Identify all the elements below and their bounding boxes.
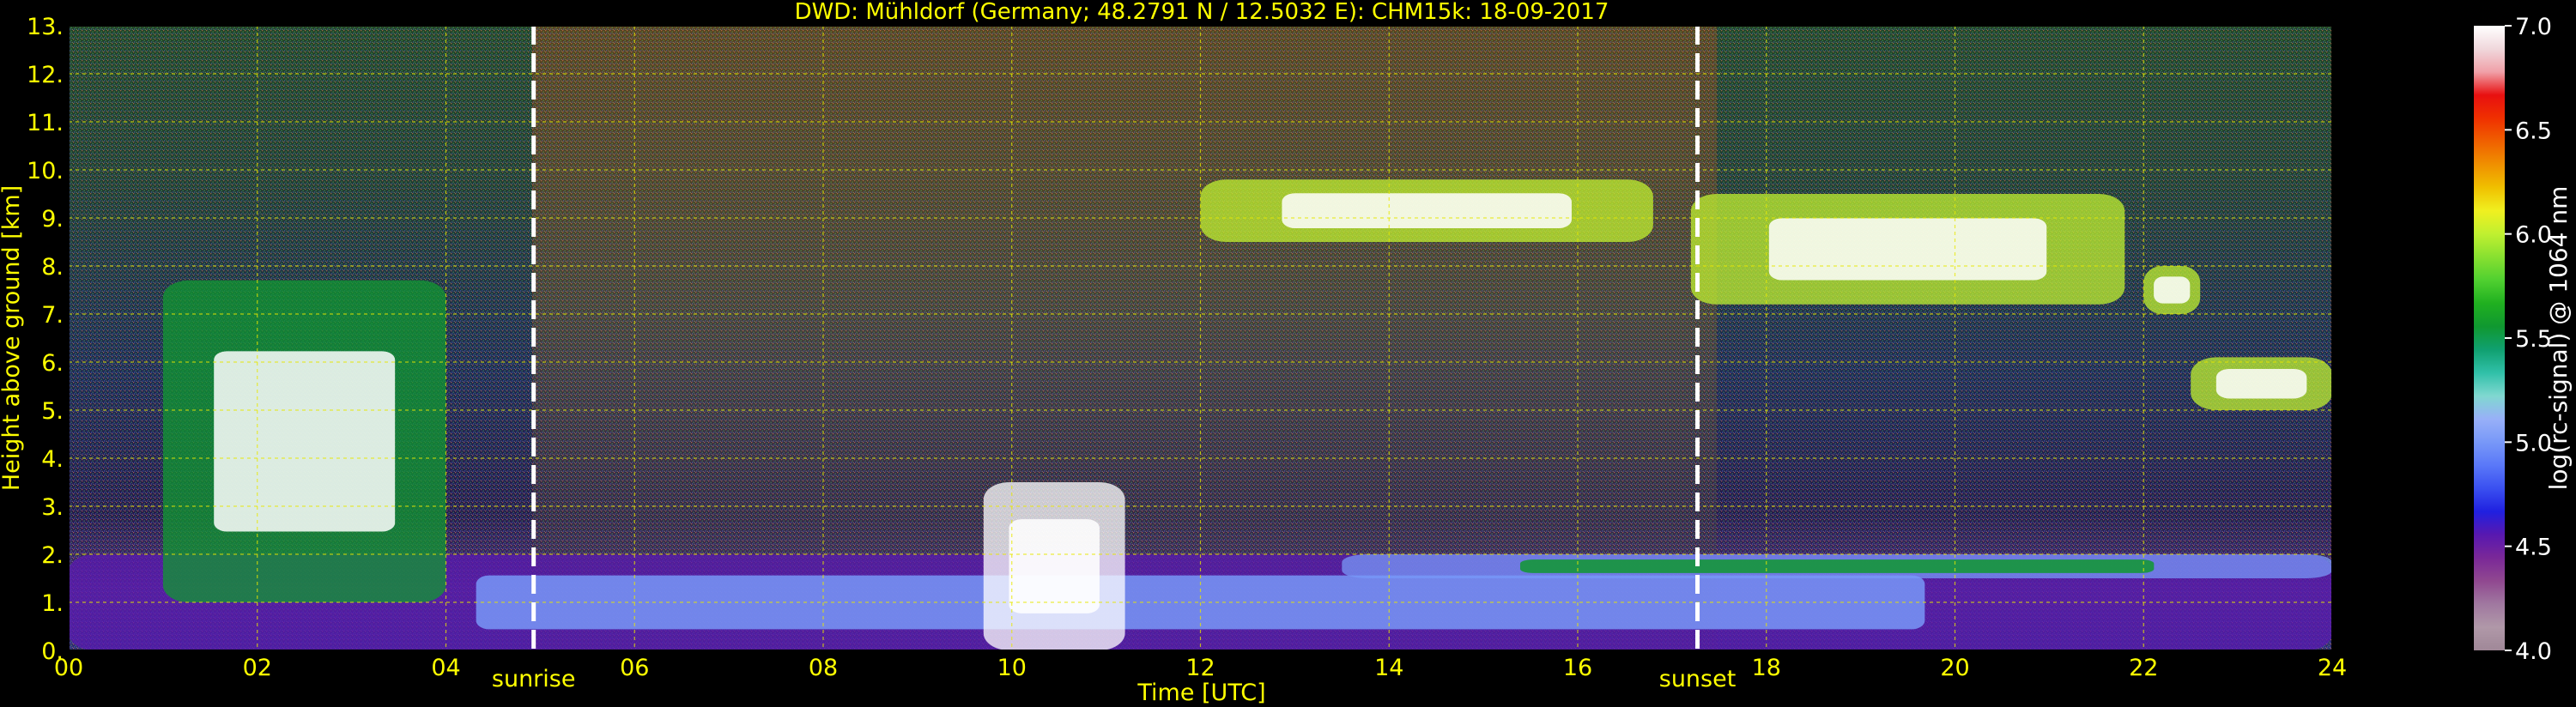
y-tick-label: 7. xyxy=(41,302,64,329)
feature-3-core xyxy=(1282,193,1572,228)
y-tick-label: 1. xyxy=(41,590,64,617)
colorbar: 4.04.55.05.56.06.57.0 log(rc-signal) @ 1… xyxy=(2474,14,2573,665)
y-tick-label: 2. xyxy=(41,542,64,569)
colorbar-tick-label: 4.5 xyxy=(2515,535,2552,561)
y-tick-label: 11. xyxy=(27,110,64,136)
x-tick-label: 10 xyxy=(997,655,1027,681)
x-tick-label: 08 xyxy=(809,655,838,681)
x-tick-label: 04 xyxy=(431,655,460,681)
y-tick-label: 12. xyxy=(27,62,64,88)
x-tick-label: 12 xyxy=(1185,655,1215,681)
y-tick-label: 3. xyxy=(41,494,64,521)
feature-5-core xyxy=(2154,276,2191,304)
colorbar-tick-label: 4.0 xyxy=(2515,638,2552,665)
chart-title: DWD: Mühldorf (Germany; 48.2791 N / 12.5… xyxy=(795,0,1609,25)
feature-4-core xyxy=(1768,218,2047,281)
y-tick-labels: 0. 1. 2. 3. 4. 5. 6. 7. 8. 9. 10. 11. 12. 13. xyxy=(27,14,64,665)
feature-1-core xyxy=(214,351,396,532)
x-tick-label: 14 xyxy=(1374,655,1403,681)
ceilometer-chart: DWD: Mühldorf (Germany; 48.2791 N / 12.5… xyxy=(0,0,2573,706)
feature-6-core xyxy=(2215,368,2307,399)
marker-label-sunset: sunset xyxy=(1659,666,1737,692)
feature-2-core xyxy=(1009,519,1100,613)
x-tick-label: 18 xyxy=(1752,655,1781,681)
marker-labels: sunrise sunset xyxy=(492,666,1736,692)
x-tick-label: 24 xyxy=(2318,655,2347,681)
y-tick-label: 13. xyxy=(27,14,64,40)
y-tick-label: 5. xyxy=(41,398,64,425)
x-tick-label: 02 xyxy=(243,655,272,681)
y-tick-label: 8. xyxy=(41,254,64,281)
title-group: DWD: Mühldorf (Germany; 48.2791 N / 12.5… xyxy=(795,0,1609,25)
colorbar-label: log(rc-signal) @ 1064 nm xyxy=(2544,186,2573,491)
x-tick-label: 20 xyxy=(1940,655,1969,681)
x-tick-label: 22 xyxy=(2129,655,2158,681)
feature-7-core xyxy=(1519,559,2155,573)
x-tick-label: 16 xyxy=(1563,655,1592,681)
colorbar-tick-label: 6.5 xyxy=(2515,118,2552,144)
x-tick-labels: 00 02 04 06 08 10 12 14 16 18 20 22 24 xyxy=(54,655,2347,681)
x-tick-label: 06 xyxy=(620,655,649,681)
y-tick-label: 9. xyxy=(41,206,64,233)
y-tick-label: 4. xyxy=(41,446,64,473)
x-axis-label: Time [UTC] xyxy=(1136,680,1265,706)
y-tick-label: 0. xyxy=(41,638,64,665)
y-tick-label: 6. xyxy=(41,350,64,377)
y-tick-label: 10. xyxy=(27,158,64,184)
marker-label-sunrise: sunrise xyxy=(492,666,576,692)
y-axis-label: Height above ground [km] xyxy=(0,185,25,491)
colorbar-gradient xyxy=(2474,26,2505,650)
plot-area xyxy=(69,26,2332,650)
colorbar-tick-label: 7.0 xyxy=(2515,14,2552,40)
